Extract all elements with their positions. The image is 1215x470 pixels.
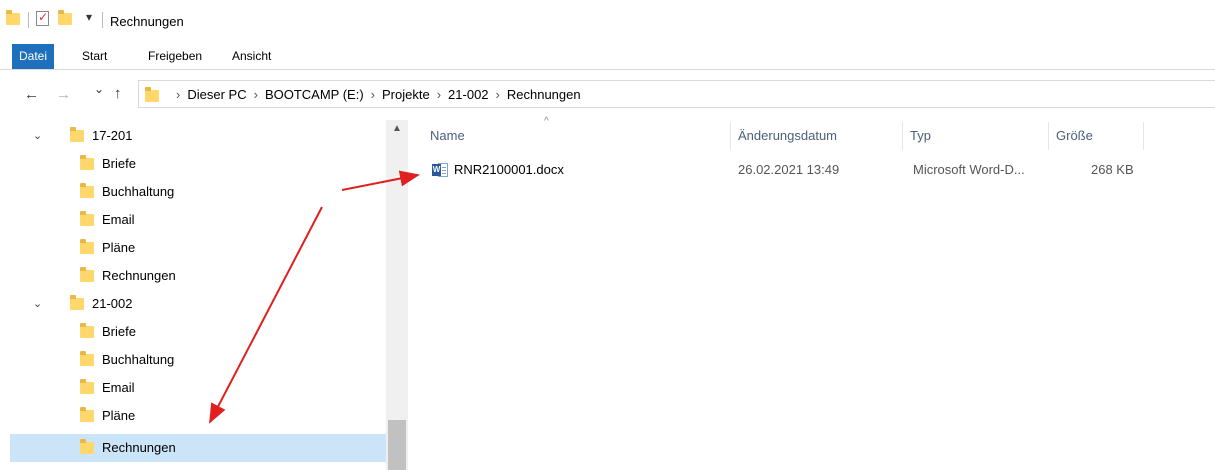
new-folder-quick-access-icon[interactable]: [58, 10, 72, 25]
address-bar[interactable]: › Dieser PC › BOOTCAMP (E:) › Projekte › 21-002…: [138, 80, 1215, 108]
breadcrumb-separator: ›: [176, 87, 181, 102]
column-header-size[interactable]: Größe: [1056, 120, 1093, 152]
breadcrumb-separator[interactable]: ›: [437, 87, 441, 102]
file-type: Microsoft Word-D...: [913, 162, 1025, 177]
tab-freigeben[interactable]: Freigeben: [148, 44, 202, 69]
tree-item-label: 21-002: [92, 296, 133, 311]
breadcrumb-bootcamp[interactable]: BOOTCAMP (E:): [265, 87, 364, 102]
tree-item-briefe[interactable]: Briefe: [0, 318, 386, 346]
tree-item-buchhaltung[interactable]: Buchhaltung: [0, 346, 386, 374]
tree-item-label: Email: [102, 212, 135, 227]
file-list: Name Änderungsdatum Typ Größe W RNR21000…: [408, 120, 1215, 470]
up-icon[interactable]: ↑: [114, 85, 122, 102]
tree-item-label: Pläne: [102, 408, 136, 423]
folder-icon: [80, 439, 94, 454]
tab-datei[interactable]: Datei: [12, 44, 54, 69]
tree-item-label: Briefe: [102, 324, 136, 339]
file-size: 268 KB: [1091, 162, 1134, 177]
ribbon-tabs: Datei Start Freigeben Ansicht: [0, 44, 1215, 70]
tab-ansicht[interactable]: Ansicht: [232, 44, 271, 69]
qa-separator: [28, 12, 29, 28]
tree-item-label: Pläne: [102, 240, 136, 255]
tree-item-label: Rechnungen: [102, 440, 176, 455]
chevron-down-icon[interactable]: ⌄: [33, 122, 42, 150]
tree-item-label: Buchhaltung: [102, 352, 175, 367]
breadcrumb-dieser-pc[interactable]: Dieser PC: [187, 87, 246, 102]
folder-icon: [80, 183, 94, 198]
breadcrumb-separator[interactable]: ›: [496, 87, 500, 102]
breadcrumb-projekte[interactable]: Projekte: [382, 87, 430, 102]
tree-item-label: 17-201: [92, 128, 133, 143]
folder-icon: [80, 323, 94, 338]
column-separator[interactable]: [1048, 122, 1049, 150]
tree-item-email[interactable]: Email: [0, 374, 386, 402]
breadcrumb-rechnungen[interactable]: Rechnungen: [507, 87, 581, 102]
customize-quick-access-dropdown[interactable]: ▾: [86, 10, 92, 24]
breadcrumb-separator[interactable]: ›: [254, 87, 258, 102]
folder-icon: [70, 295, 84, 310]
file-name: RNR2100001.docx: [454, 162, 564, 177]
column-separator[interactable]: [1143, 122, 1144, 150]
folder-icon: [80, 351, 94, 366]
folder-icon: [80, 379, 94, 394]
column-header-date[interactable]: Änderungsdatum: [738, 120, 837, 152]
file-date: 26.02.2021 13:49: [738, 162, 840, 177]
breadcrumb-21-002[interactable]: 21-002: [448, 87, 488, 102]
forward-icon[interactable]: →: [56, 86, 71, 103]
tree-item-label: Email: [102, 380, 135, 395]
tree-item-email[interactable]: Email: [0, 206, 386, 234]
tab-start[interactable]: Start: [82, 44, 107, 69]
scroll-up-icon[interactable]: ▲: [386, 120, 408, 136]
scrollbar-thumb[interactable]: [388, 420, 406, 470]
file-row[interactable]: W RNR2100001.docx 26.02.2021 13:49 Micro…: [408, 156, 1215, 184]
folder-icon: [6, 10, 20, 25]
title-bar: ✓ ▾ Rechnungen: [0, 0, 1215, 44]
tree-item-rechnungen-selected[interactable]: Rechnungen: [10, 434, 386, 462]
properties-quick-access-icon[interactable]: ✓: [36, 10, 49, 26]
tree-item-rechnungen[interactable]: Rechnungen: [0, 262, 386, 290]
folder-icon: [80, 407, 94, 422]
breadcrumb-separator[interactable]: ›: [371, 87, 375, 102]
folder-icon: [145, 87, 159, 102]
tree-item-label: Buchhaltung: [102, 184, 175, 199]
tree-item-buchhaltung[interactable]: Buchhaltung: [0, 178, 386, 206]
tree-item-plaene[interactable]: Pläne: [0, 402, 386, 430]
folder-icon: [80, 155, 94, 170]
folder-icon: [80, 211, 94, 226]
navigation-pane: ⌄ 17-201 Briefe Buchhaltung Email Pläne …: [0, 120, 408, 470]
column-separator[interactable]: [902, 122, 903, 150]
tree-item-plaene[interactable]: Pläne: [0, 234, 386, 262]
tree-item-17-201[interactable]: ⌄ 17-201: [0, 122, 386, 150]
tree-item-label: Briefe: [102, 156, 136, 171]
folder-icon: [80, 267, 94, 282]
column-separator[interactable]: [730, 122, 731, 150]
recent-locations-icon[interactable]: ⌄: [94, 82, 104, 96]
word-document-icon: W: [432, 163, 448, 178]
sort-ascending-icon: ^: [544, 116, 549, 127]
chevron-down-icon[interactable]: ⌄: [33, 290, 42, 318]
navigation-pane-scrollbar[interactable]: ▲: [386, 120, 408, 470]
tree-item-briefe[interactable]: Briefe: [0, 150, 386, 178]
window-title: Rechnungen: [110, 14, 184, 29]
folder-icon: [70, 127, 84, 142]
tree-item-21-002[interactable]: ⌄ 21-002: [0, 290, 386, 318]
tree-item-label: Rechnungen: [102, 268, 176, 283]
back-icon[interactable]: ←: [24, 86, 39, 103]
breadcrumb: › Dieser PC › BOOTCAMP (E:) › Projekte › 21-002…: [169, 87, 581, 102]
folder-icon: [80, 239, 94, 254]
column-header-name[interactable]: Name: [430, 120, 465, 152]
title-separator: [102, 12, 103, 28]
column-header-type[interactable]: Typ: [910, 120, 931, 152]
